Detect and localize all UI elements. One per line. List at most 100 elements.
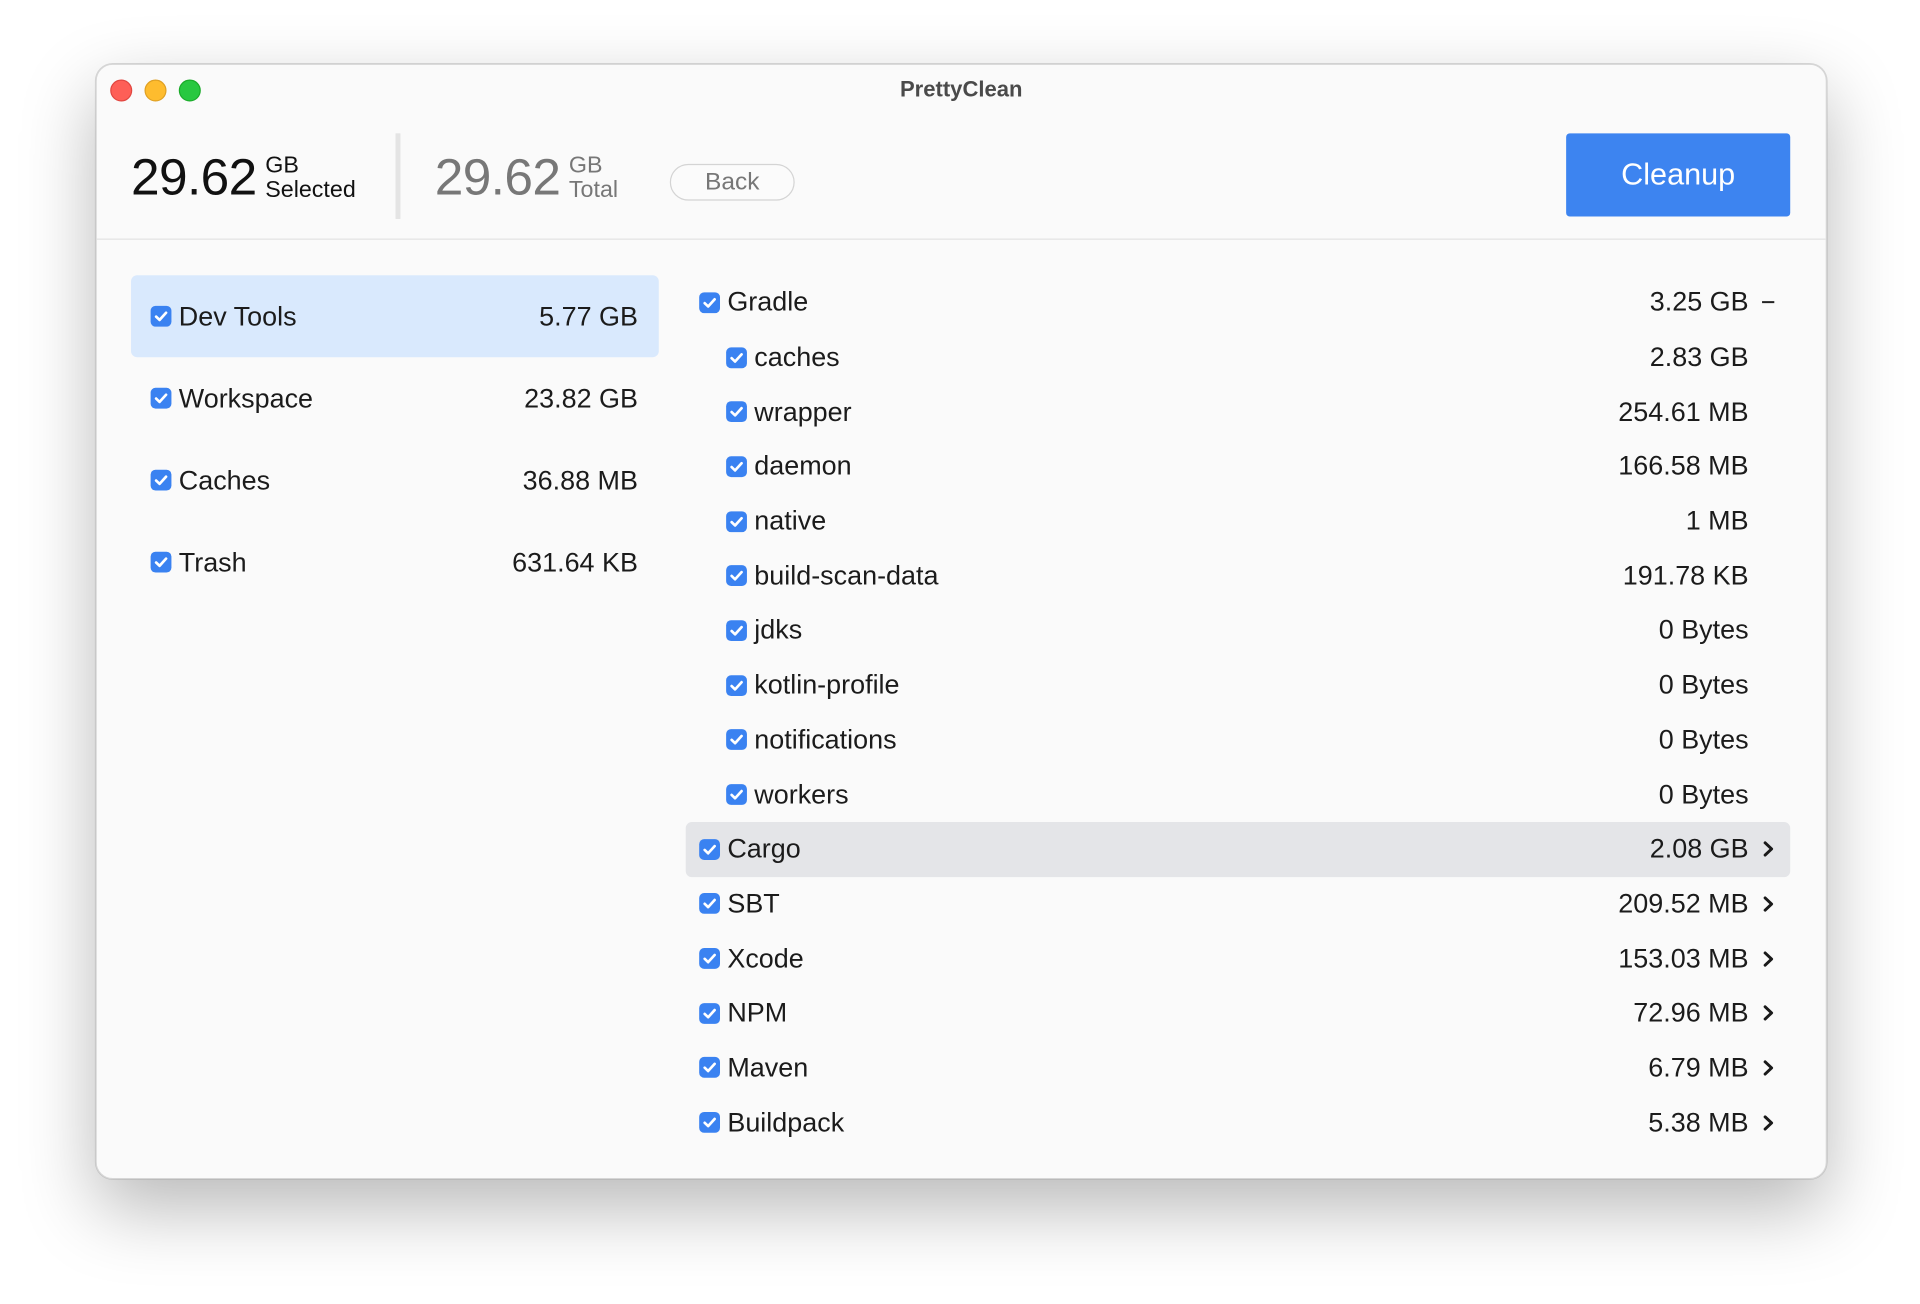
subfolder-row[interactable]: workers 0 Bytes: [686, 767, 1790, 822]
row-label: wrapper: [754, 396, 852, 427]
checkbox[interactable]: [699, 292, 721, 313]
chevron-right-icon[interactable]: [1758, 1001, 1778, 1025]
row-label: daemon: [754, 450, 852, 482]
tool-row[interactable]: Xcode 153.03 MB: [686, 931, 1790, 986]
checkbox[interactable]: [726, 620, 747, 641]
category-label: Caches: [178, 464, 271, 495]
row-size: 5.38 MB: [1648, 1106, 1749, 1138]
category-size: 5.77 GB: [539, 300, 638, 331]
tool-row[interactable]: Gradle 3.25 GB: [686, 275, 1790, 330]
category-item-workspace[interactable]: Workspace 23.82 GB: [131, 357, 659, 439]
subfolder-row[interactable]: jdks 0 Bytes: [686, 603, 1790, 658]
row-label: Maven: [727, 1051, 809, 1083]
row-label: notifications: [754, 724, 897, 755]
subfolder-row[interactable]: caches 2.83 GB: [686, 330, 1790, 385]
total-size-unit: GB: [568, 152, 603, 179]
row-size: 254.61 MB: [1618, 396, 1749, 427]
tool-row[interactable]: Cargo 2.08 GB: [685, 821, 1791, 877]
back-button[interactable]: Back: [669, 163, 795, 201]
selected-size-value: 29.62: [131, 148, 257, 206]
header-separator: [395, 133, 401, 219]
checkbox[interactable]: [726, 565, 747, 587]
app-window: PrettyClean 29.62 GB Selected 29.62 GB T…: [95, 63, 1827, 1180]
row-label: kotlin-profile: [754, 669, 900, 700]
chevron-right-icon[interactable]: [1758, 837, 1778, 861]
category-label: Dev Tools: [178, 300, 297, 331]
selected-size-caption: Selected: [265, 177, 356, 204]
category-size: 631.64 KB: [512, 546, 638, 577]
row-size: 0 Bytes: [1658, 724, 1749, 755]
selected-size-unit: GB: [265, 152, 299, 179]
row-size: 166.58 MB: [1618, 450, 1749, 482]
checkbox[interactable]: [726, 784, 747, 805]
row-label: build-scan-data: [754, 560, 939, 591]
row-label: jdks: [754, 614, 803, 646]
checkbox[interactable]: [150, 469, 172, 491]
category-item-trash[interactable]: Trash 631.64 KB: [131, 521, 659, 603]
checkbox[interactable]: [699, 1112, 721, 1133]
row-size: 191.78 KB: [1622, 560, 1749, 591]
tool-row[interactable]: SBT 209.52 MB: [686, 877, 1790, 932]
row-size: 0 Bytes: [1658, 614, 1749, 646]
checkbox[interactable]: [726, 456, 747, 477]
tool-row[interactable]: Buildpack 5.38 MB: [686, 1095, 1790, 1150]
chevron-right-icon[interactable]: [1758, 892, 1778, 916]
row-label: Xcode: [727, 942, 804, 974]
subfolder-row[interactable]: daemon 166.58 MB: [686, 439, 1790, 494]
category-label: Trash: [178, 546, 247, 577]
checkbox[interactable]: [150, 387, 172, 409]
row-label: workers: [754, 778, 849, 810]
chevron-right-icon[interactable]: [1758, 1056, 1778, 1080]
row-size: 1 MB: [1685, 505, 1749, 536]
checkbox[interactable]: [699, 838, 721, 860]
subfolder-row[interactable]: wrapper 254.61 MB: [686, 385, 1790, 440]
total-size-value: 29.62: [434, 148, 561, 206]
category-list: Dev Tools 5.77 GB Workspace 23.82 GB Caches 3…: [131, 275, 659, 603]
cleanup-button[interactable]: Cleanup: [1566, 133, 1791, 217]
row-label: native: [754, 505, 827, 536]
checkbox[interactable]: [726, 346, 747, 368]
row-label: caches: [754, 341, 840, 372]
chevron-right-icon[interactable]: [1758, 946, 1778, 970]
row-size: 3.25 GB: [1649, 286, 1749, 318]
row-label: SBT: [727, 888, 780, 919]
checkbox[interactable]: [726, 674, 747, 696]
row-label: NPM: [727, 997, 788, 1028]
subfolder-row[interactable]: kotlin-profile 0 Bytes: [686, 658, 1790, 713]
collapse-icon[interactable]: [1758, 290, 1778, 314]
checkbox[interactable]: [150, 551, 172, 573]
checkbox[interactable]: [726, 401, 747, 423]
chevron-right-icon[interactable]: [1758, 1110, 1778, 1134]
subfolder-row[interactable]: notifications 0 Bytes: [686, 713, 1790, 768]
row-label: Buildpack: [727, 1106, 845, 1138]
total-size-summary: 29.62 GB Total: [435, 143, 618, 212]
subfolder-row[interactable]: native 1 MB: [686, 494, 1790, 549]
category-item-dev-tools[interactable]: Dev Tools 5.77 GB: [131, 275, 659, 358]
checkbox[interactable]: [699, 948, 721, 969]
selected-size-summary: 29.62 GB Selected: [131, 143, 356, 212]
checkbox[interactable]: [726, 510, 747, 532]
checkbox[interactable]: [699, 893, 721, 915]
row-label: Gradle: [727, 286, 809, 318]
checkbox[interactable]: [699, 1057, 721, 1079]
tool-row[interactable]: Maven 6.79 MB: [686, 1041, 1790, 1096]
tool-row[interactable]: NPM 72.96 MB: [686, 986, 1790, 1041]
row-size: 0 Bytes: [1658, 669, 1749, 700]
window-title: PrettyClean: [899, 77, 1023, 102]
category-size: 23.82 GB: [524, 382, 638, 413]
dev-tools-tree: Gradle 3.25 GB caches 2.83 GB wrapper 254.61 …: [685, 275, 1791, 1150]
checkbox[interactable]: [699, 1002, 721, 1024]
row-label: Cargo: [727, 833, 801, 864]
row-size: 2.08 GB: [1649, 833, 1749, 864]
row-size: 6.79 MB: [1648, 1051, 1749, 1083]
category-size: 36.88 MB: [522, 464, 638, 495]
checkbox[interactable]: [726, 729, 747, 751]
category-label: Workspace: [178, 382, 314, 413]
row-size: 72.96 MB: [1633, 997, 1749, 1028]
category-item-caches[interactable]: Caches 36.88 MB: [131, 439, 659, 521]
row-size: 209.52 MB: [1618, 888, 1749, 919]
row-size: 153.03 MB: [1618, 942, 1749, 974]
checkbox[interactable]: [150, 305, 172, 327]
total-size-caption: Total: [568, 177, 619, 204]
subfolder-row[interactable]: build-scan-data 191.78 KB: [686, 549, 1790, 604]
